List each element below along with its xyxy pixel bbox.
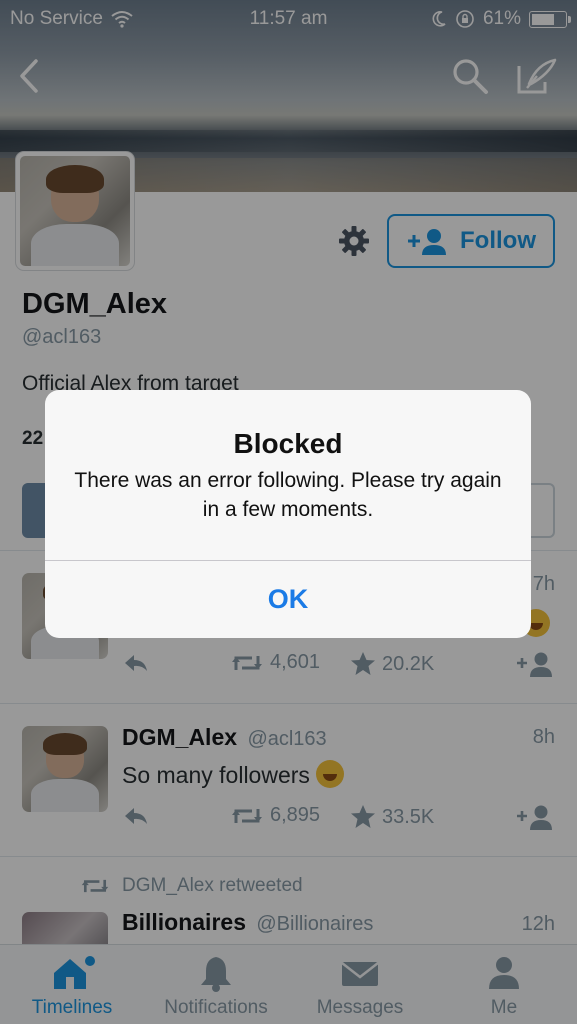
alert-dialog: Blocked There was an error following. Pl… (45, 390, 531, 638)
alert-title: Blocked (233, 428, 343, 459)
alert-message: There was an error following. Please try… (74, 469, 502, 521)
ok-button[interactable]: OK (45, 561, 531, 638)
